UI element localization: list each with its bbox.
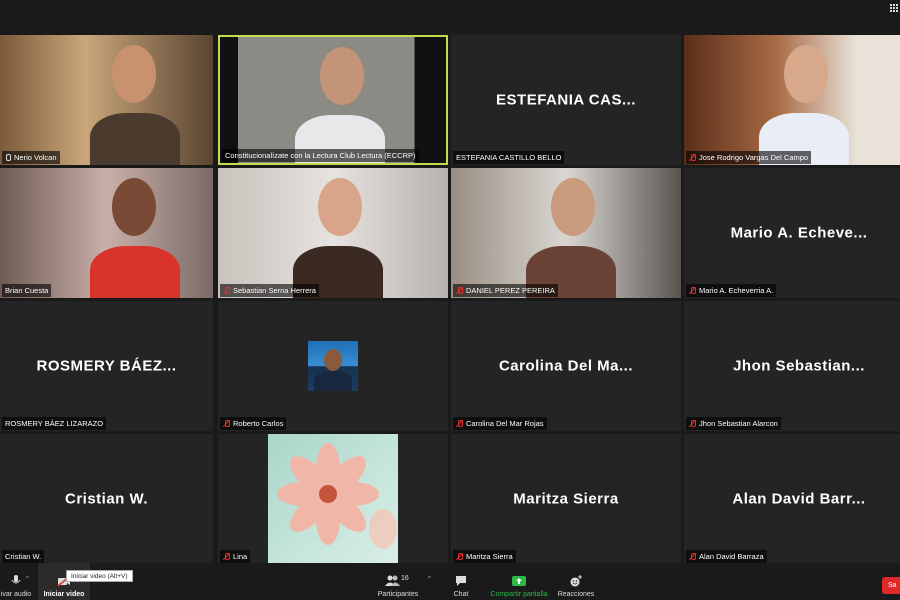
participant-tile[interactable]: Constitucionalízate con la Lectura Club … (218, 35, 448, 165)
muted-microphone-icon (689, 153, 696, 162)
participant-tile[interactable]: Roberto Carlos (218, 301, 448, 431)
participant-name-label: Alan David Barraza (686, 550, 767, 563)
gallery-grid-icon[interactable] (890, 4, 898, 12)
participant-name: Sebastian Serna Herrera (233, 286, 316, 295)
participant-name: Lina (233, 552, 248, 561)
participant-tile[interactable]: Sebastian Serna Herrera (218, 168, 448, 298)
participant-tile[interactable]: Nerio Volcan (0, 35, 213, 165)
muted-microphone-icon (223, 286, 230, 295)
participant-name: Mario A. Echeverria A. (699, 286, 774, 295)
participant-tile[interactable]: Jhon Sebastian... Jhon Sebastian Alarcon (684, 301, 900, 431)
video-feed (220, 37, 446, 163)
participant-name-label: DANIEL PEREZ PEREIRA (453, 284, 558, 297)
muted-microphone-icon (456, 419, 463, 428)
participant-name-label: ROSMERY BÁEZ LIZARAZO (2, 417, 107, 430)
participant-display-name: Maritza Sierra (513, 490, 619, 508)
muted-microphone-icon (456, 552, 463, 561)
video-feed (0, 35, 213, 165)
participants-chevron-icon[interactable]: ^ (428, 576, 431, 582)
start-video-label: Iniciar video (43, 591, 85, 598)
start-video-tooltip: Iniciar video (Alt+V) (66, 570, 133, 582)
participant-tile[interactable]: Lina (218, 434, 448, 564)
participant-name-label: Cristian W. (2, 550, 45, 563)
chat-label: Chat (453, 591, 469, 598)
meeting-toolbar: ivar audio ^ Iniciar video 16 Participan… (0, 563, 900, 600)
participant-name: Roberto Carlos (233, 419, 284, 428)
participant-name: Cristian W. (5, 552, 42, 561)
participant-tile[interactable]: Mario A. Echeve... Mario A. Echeverria A. (684, 168, 900, 298)
participant-tile[interactable]: Alan David Barr... Alan David Barraza (684, 434, 900, 564)
participant-tile[interactable]: Carolina Del Ma... Carolina Del Mar Rojas (451, 301, 681, 431)
participant-name-label: Jose Rodrigo Vargas Del Campo (686, 151, 812, 164)
participant-display-name: Mario A. Echeve... (730, 224, 868, 242)
participant-tile[interactable]: Cristian W. Cristian W. (0, 434, 213, 564)
video-feed (684, 35, 900, 165)
participants-icon: 16 (383, 575, 413, 587)
participant-tile[interactable]: DANIEL PEREZ PEREIRA (451, 168, 681, 298)
muted-microphone-icon (223, 552, 230, 561)
share-screen-label: Compartir pantalla (490, 591, 548, 598)
participant-name: ROSMERY BÁEZ LIZARAZO (5, 419, 104, 428)
participants-count: 16 (401, 575, 409, 582)
muted-microphone-icon (689, 419, 696, 428)
reactions-button[interactable]: Reacciones (556, 563, 596, 600)
participant-display-name: ESTEFANIA CAS... (496, 91, 636, 109)
participant-name-label: Carolina Del Mar Rojas (453, 417, 547, 430)
participants-label: Participantes (377, 591, 419, 598)
participant-tile[interactable]: Jose Rodrigo Vargas Del Campo (684, 35, 900, 165)
participant-name: Maritza Sierra (466, 552, 513, 561)
video-feed (451, 168, 681, 298)
participant-name: Brian Cuesta (5, 286, 49, 295)
participant-tile[interactable]: Brian Cuesta (0, 168, 213, 298)
gallery-grid: Nerio Volcan Constitucionalízate con la L… (0, 35, 900, 564)
muted-microphone-icon (689, 286, 696, 295)
muted-microphone-icon (223, 419, 230, 428)
chat-icon (454, 575, 468, 587)
audio-options-chevron-icon[interactable]: ^ (26, 576, 29, 582)
participant-name: DANIEL PEREZ PEREIRA (466, 286, 555, 295)
participant-name-label: Constitucionalízate con la Lectura Club … (222, 149, 419, 162)
video-feed (218, 168, 448, 298)
participant-name: Jose Rodrigo Vargas Del Campo (699, 153, 809, 162)
muted-microphone-icon (456, 286, 463, 295)
participant-display-name: Jhon Sebastian... (733, 357, 865, 375)
participant-name: ESTEFANIA CASTILLO BELLO (456, 153, 562, 162)
participant-display-name: Cristian W. (64, 490, 148, 508)
participant-display-name: Alan David Barr... (732, 490, 866, 508)
participant-name-label: Brian Cuesta (2, 284, 52, 297)
participant-name-label: Jhon Sebastian Alarcon (686, 417, 781, 430)
participant-display-name: ROSMERY BÁEZ... (36, 357, 177, 375)
audio-button-label: ivar audio (0, 591, 32, 598)
participant-name-label: Lina (220, 550, 251, 563)
microphone-icon (9, 575, 23, 587)
participant-name-label: Nerio Volcan (2, 151, 60, 164)
muted-microphone-icon (689, 552, 696, 561)
reactions-label: Reacciones (557, 591, 595, 598)
end-meeting-button[interactable]: Sa (882, 577, 900, 594)
share-screen-button[interactable]: Compartir pantalla (488, 563, 550, 600)
participant-name-label: ESTEFANIA CASTILLO BELLO (453, 151, 565, 164)
participant-name: Carolina Del Mar Rojas (466, 419, 544, 428)
participant-name-label: Mario A. Echeverria A. (686, 284, 777, 297)
participant-display-name: Carolina Del Ma... (498, 357, 634, 375)
profile-picture (308, 341, 358, 391)
participant-name: Alan David Barraza (699, 552, 764, 561)
participant-tile[interactable]: ROSMERY BÁEZ... ROSMERY BÁEZ LIZARAZO (0, 301, 213, 431)
microphone-icon (5, 153, 11, 162)
smiley-plus-icon (569, 575, 583, 587)
participants-button[interactable]: 16 Participantes (372, 563, 424, 600)
participant-tile[interactable]: Maritza Sierra Maritza Sierra (451, 434, 681, 564)
participant-name: Constitucionalízate con la Lectura Club … (225, 151, 416, 160)
participant-tile[interactable]: ESTEFANIA CAS... ESTEFANIA CASTILLO BELLO (451, 35, 681, 165)
video-feed (0, 168, 213, 298)
participant-name-label: Sebastian Serna Herrera (220, 284, 319, 297)
share-screen-icon (512, 575, 526, 587)
profile-picture (268, 434, 398, 564)
top-bar (0, 0, 900, 34)
participant-name-label: Maritza Sierra (453, 550, 516, 563)
chat-button[interactable]: Chat (444, 563, 478, 600)
participant-name-label: Roberto Carlos (220, 417, 287, 430)
participant-name: Jhon Sebastian Alarcon (699, 419, 778, 428)
participant-name: Nerio Volcan (14, 153, 57, 162)
